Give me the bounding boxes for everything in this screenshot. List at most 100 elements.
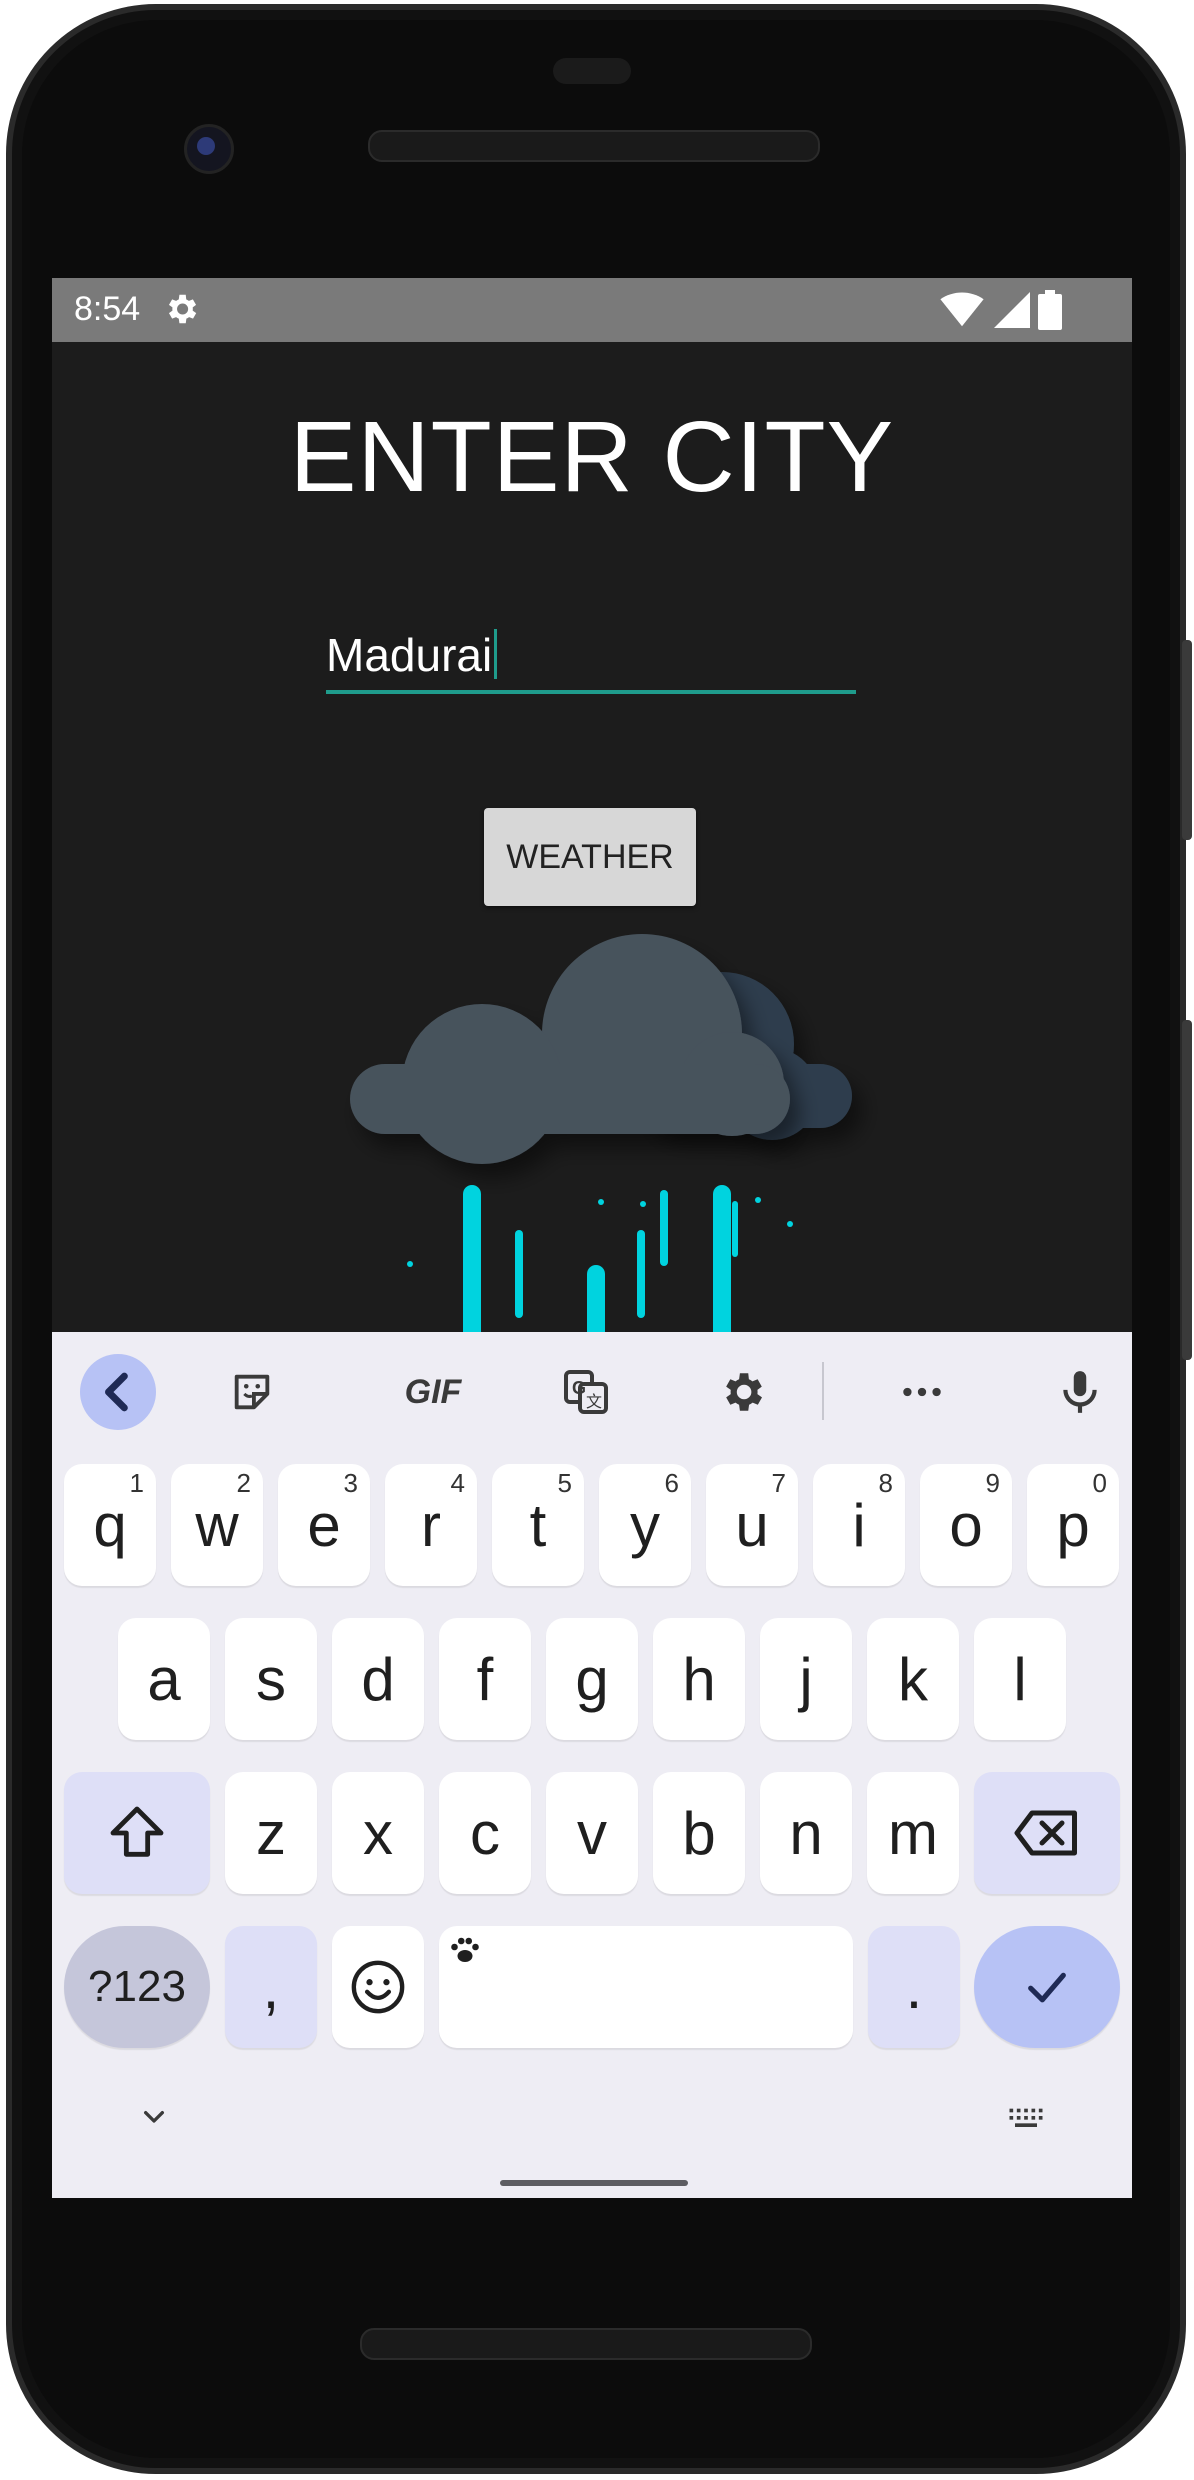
key-q[interactable]: q1 bbox=[64, 1464, 156, 1586]
key-o[interactable]: o9 bbox=[920, 1464, 1012, 1586]
key-z[interactable]: z bbox=[225, 1772, 317, 1894]
key-h[interactable]: h bbox=[653, 1618, 745, 1740]
key-label: g bbox=[575, 1645, 609, 1713]
hide-keyboard-button[interactable] bbox=[124, 2086, 184, 2146]
backspace-key[interactable] bbox=[974, 1772, 1120, 1894]
mic-icon bbox=[1063, 1371, 1097, 1413]
battery-icon bbox=[1038, 290, 1062, 330]
key-r[interactable]: r4 bbox=[385, 1464, 477, 1586]
key-p[interactable]: p0 bbox=[1027, 1464, 1119, 1586]
key-hint: 5 bbox=[557, 1468, 572, 1498]
svg-text:文: 文 bbox=[586, 1393, 602, 1411]
svg-text:G: G bbox=[572, 1378, 586, 1398]
comma-key[interactable]: , bbox=[225, 1926, 317, 2048]
wifi-icon bbox=[940, 292, 984, 327]
key-i[interactable]: i8 bbox=[813, 1464, 905, 1586]
gear-icon bbox=[168, 294, 197, 324]
key-label: f bbox=[476, 1645, 494, 1713]
key-label: q bbox=[93, 1491, 127, 1559]
key-g[interactable]: g bbox=[546, 1618, 638, 1740]
key-hint: 1 bbox=[129, 1468, 144, 1498]
sticker-button[interactable] bbox=[214, 1354, 290, 1430]
emoji-key[interactable] bbox=[332, 1926, 424, 2048]
chevron-left-icon bbox=[105, 1372, 128, 1412]
weather-button[interactable]: WEATHER bbox=[484, 808, 696, 906]
key-b[interactable]: b bbox=[653, 1772, 745, 1894]
emoji-icon bbox=[351, 1960, 405, 2014]
key-label: u bbox=[735, 1491, 769, 1559]
period-key[interactable]: . bbox=[868, 1926, 960, 2048]
camera-lens bbox=[197, 137, 215, 155]
key-label: s bbox=[256, 1645, 286, 1713]
volume-button bbox=[1182, 1020, 1192, 1360]
key-j[interactable]: j bbox=[760, 1618, 852, 1740]
text-cursor bbox=[494, 629, 498, 679]
backspace-icon bbox=[1014, 1810, 1077, 1856]
period-label: . bbox=[905, 1953, 923, 2021]
power-button bbox=[1182, 640, 1192, 840]
key-label: z bbox=[256, 1799, 286, 1867]
key-label: l bbox=[1013, 1645, 1027, 1713]
key-a[interactable]: a bbox=[118, 1618, 210, 1740]
key-k[interactable]: k bbox=[867, 1618, 959, 1740]
symbols-key[interactable]: ?123 bbox=[64, 1926, 210, 2048]
status-bar: 8:54 bbox=[52, 278, 1132, 342]
key-label: d bbox=[361, 1645, 395, 1713]
key-x[interactable]: x bbox=[332, 1772, 424, 1894]
key-u[interactable]: u7 bbox=[706, 1464, 798, 1586]
key-n[interactable]: n bbox=[760, 1772, 852, 1894]
status-time: 8:54 bbox=[74, 290, 141, 328]
key-label: o bbox=[949, 1491, 983, 1559]
key-hint: 8 bbox=[878, 1468, 893, 1498]
switch-keyboard-button[interactable] bbox=[996, 2086, 1056, 2146]
screen: 8:54 ENTER CITY Madurai WEATHER GIF G 文 … bbox=[52, 278, 1132, 2198]
bottom-speaker bbox=[360, 2328, 812, 2360]
page-title: ENTER CITY bbox=[289, 401, 895, 513]
comma-label: , bbox=[262, 1953, 280, 2021]
key-label: i bbox=[852, 1491, 866, 1559]
key-hint: 6 bbox=[664, 1468, 679, 1498]
keyboard-back-button[interactable] bbox=[80, 1354, 156, 1430]
more-icon bbox=[903, 1387, 941, 1397]
key-v[interactable]: v bbox=[546, 1772, 638, 1894]
soft-keyboard: GIF G 文 q 1 w 2 e 3 r 4 t 5 y 6 u 7 i 8 … bbox=[52, 1332, 1132, 2198]
key-label: j bbox=[799, 1645, 813, 1713]
key-f[interactable]: f bbox=[439, 1618, 531, 1740]
key-d[interactable]: d bbox=[332, 1618, 424, 1740]
key-label: v bbox=[577, 1799, 607, 1867]
key-label: m bbox=[888, 1799, 938, 1867]
key-label: p bbox=[1056, 1491, 1090, 1559]
gif-button[interactable]: GIF bbox=[378, 1354, 488, 1430]
key-label: b bbox=[682, 1799, 716, 1867]
key-w[interactable]: w2 bbox=[171, 1464, 263, 1586]
key-e[interactable]: e3 bbox=[278, 1464, 370, 1586]
shift-key[interactable] bbox=[64, 1772, 210, 1894]
key-label: t bbox=[529, 1491, 547, 1559]
key-c[interactable]: c bbox=[439, 1772, 531, 1894]
key-l[interactable]: l bbox=[974, 1618, 1066, 1740]
toolbar-divider bbox=[822, 1362, 824, 1420]
key-label: e bbox=[307, 1491, 341, 1559]
key-label: w bbox=[195, 1491, 239, 1559]
top-speaker bbox=[368, 130, 820, 162]
gesture-nav-bar[interactable] bbox=[500, 2180, 688, 2186]
city-input[interactable]: Madurai bbox=[326, 628, 856, 694]
key-m[interactable]: m bbox=[867, 1772, 959, 1894]
space-key[interactable] bbox=[439, 1926, 853, 2048]
more-options-button[interactable] bbox=[884, 1354, 960, 1430]
key-s[interactable]: s bbox=[225, 1618, 317, 1740]
key-y[interactable]: y6 bbox=[599, 1464, 691, 1586]
shift-icon bbox=[110, 1806, 164, 1857]
enter-key[interactable] bbox=[974, 1926, 1120, 2048]
keyboard-settings-button[interactable] bbox=[704, 1354, 780, 1430]
voice-input-button[interactable] bbox=[1042, 1354, 1118, 1430]
signal-icon bbox=[994, 292, 1030, 328]
key-label: k bbox=[898, 1645, 928, 1713]
gear-icon bbox=[726, 1373, 762, 1411]
key-label: x bbox=[363, 1799, 393, 1867]
translate-button[interactable]: G 文 bbox=[548, 1354, 624, 1430]
translate-icon: G 文 bbox=[564, 1370, 608, 1414]
symbols-key-label: ?123 bbox=[88, 1962, 186, 2011]
gif-icon: GIF bbox=[404, 1372, 462, 1411]
key-t[interactable]: t5 bbox=[492, 1464, 584, 1586]
